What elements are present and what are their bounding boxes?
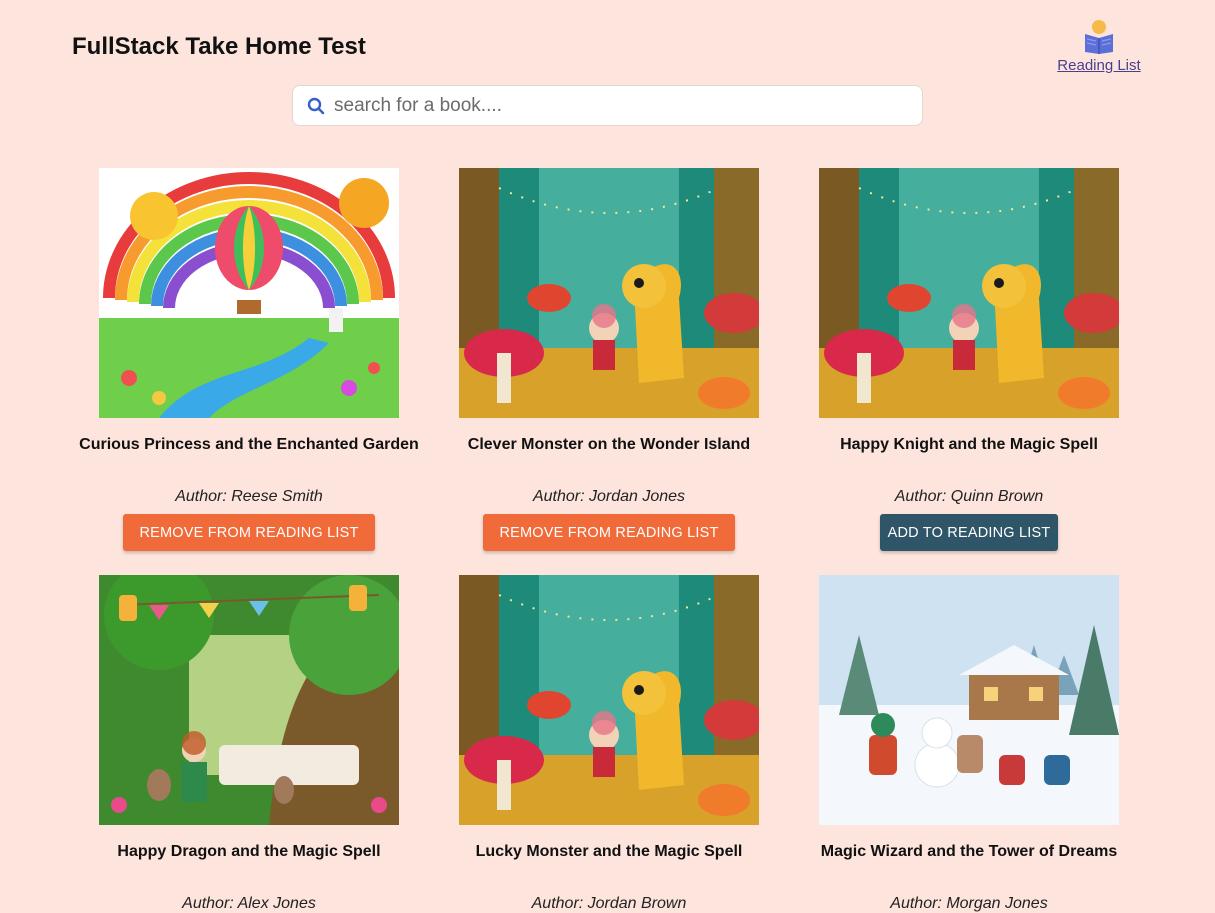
book-card: Lucky Monster and the Magic Spell Author… [429, 575, 789, 913]
reader-book-icon [1085, 20, 1113, 54]
book-author: Author: Quinn Brown [894, 488, 1044, 505]
book-title: Happy Dragon and the Magic Spell [117, 843, 381, 860]
search-input[interactable] [334, 94, 894, 117]
book-grid: Curious Princess and the Enchanted Garde… [69, 168, 1149, 913]
page-title: FullStack Take Home Test [72, 33, 366, 60]
book-card: Happy Knight and the Magic Spell Author:… [789, 168, 1149, 551]
book-title: Happy Knight and the Magic Spell [840, 436, 1098, 453]
book-cover-image [99, 168, 399, 418]
book-cover-image [99, 575, 399, 825]
book-title: Lucky Monster and the Magic Spell [475, 843, 743, 860]
reading-list-label[interactable]: Reading List [1057, 57, 1140, 74]
book-card: Happy Dragon and the Magic Spell Author:… [69, 575, 429, 913]
book-author: Author: Alex Jones [182, 895, 316, 912]
book-author: Author: Jordan Jones [532, 488, 686, 505]
book-cover-image [819, 575, 1119, 825]
book-author: Author: Jordan Brown [531, 895, 687, 912]
remove-from-reading-list-button[interactable]: REMOVE FROM READING LIST [483, 514, 735, 551]
book-title: Magic Wizard and the Tower of Dreams [820, 843, 1118, 860]
book-card: Magic Wizard and the Tower of Dreams Aut… [789, 575, 1149, 913]
reading-list-link[interactable]: Reading List [1053, 18, 1145, 74]
book-cover-image [819, 168, 1119, 418]
book-title: Curious Princess and the Enchanted Garde… [79, 436, 419, 453]
search-bar[interactable] [292, 85, 923, 126]
book-cover-image [459, 575, 759, 825]
book-cover-image [459, 168, 759, 418]
book-card: Clever Monster on the Wonder Island Auth… [429, 168, 789, 551]
book-title: Clever Monster on the Wonder Island [467, 436, 751, 453]
search-icon [307, 97, 325, 114]
add-to-reading-list-button[interactable]: ADD TO READING LIST [879, 514, 1059, 551]
book-author: Author: Reese Smith [175, 488, 323, 505]
remove-from-reading-list-button[interactable]: REMOVE FROM READING LIST [123, 514, 375, 551]
book-author: Author: Morgan Jones [890, 895, 1048, 912]
book-card: Curious Princess and the Enchanted Garde… [69, 168, 429, 551]
